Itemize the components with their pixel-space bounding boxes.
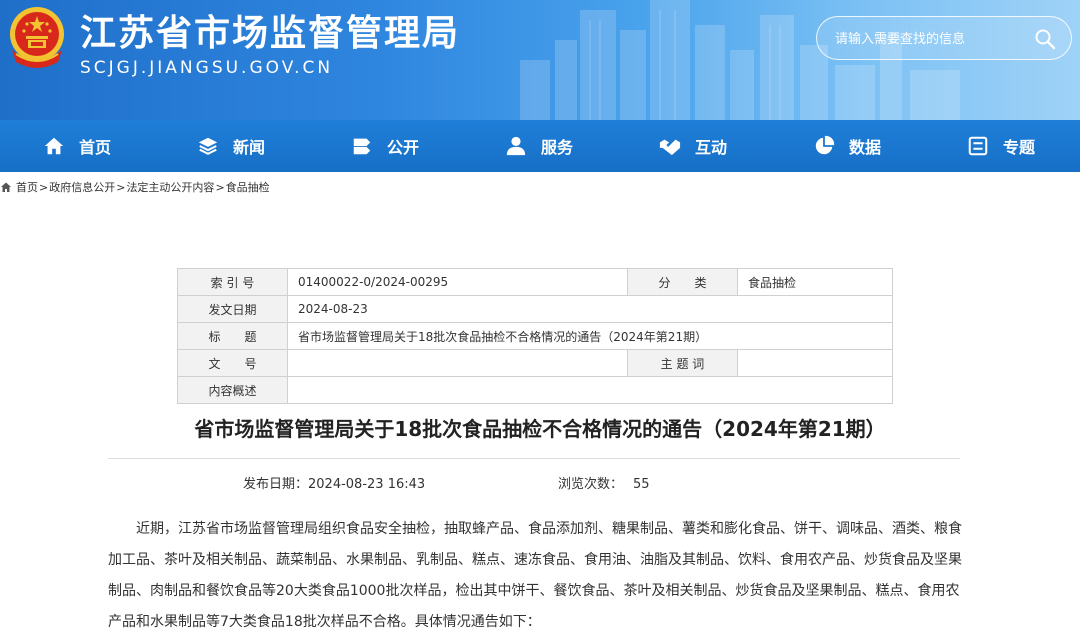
national-emblem-icon [10,7,64,68]
pie-chart-icon [815,135,835,155]
title-label: 标 题 [177,322,288,350]
nav-label: 新闻 [232,138,265,157]
publish-date-label: 发布日期： [243,477,309,492]
search-icon[interactable] [1033,27,1057,51]
publish-date: 发布日期：2024-08-23 16:43 [243,473,425,492]
breadcrumb-food-sampling[interactable]: 食品抽检 [226,179,270,195]
index-number-label: 索 引 号 [177,268,288,296]
home-icon [44,137,64,155]
summary-label: 内容概述 [177,376,288,404]
layers-icon [198,137,218,155]
nav-item-topics[interactable]: 专题 [924,120,1078,172]
nav-item-service[interactable]: 服务 [462,120,616,172]
breadcrumb-separator: > [39,180,49,194]
nav-item-disclosure[interactable]: 公开 [308,120,462,172]
topic-icon [968,136,988,156]
disclosure-icon [353,138,371,155]
nav-item-news[interactable]: 新闻 [154,120,308,172]
article-title: 省市场监督管理局关于18批次食品抽检不合格情况的通告（2024年第21期） [194,417,886,441]
main-nav: 首页 新闻 公开 服务 互动 数据 专题 [0,120,1080,172]
nav-label: 数据 [848,138,881,157]
header-banner: 江苏省市场监督管理局 SCJGJ.JIANGSU.GOV.CN [0,0,1080,120]
article-body-paragraph: 近期，江苏省市场监督管理局组织食品安全抽检，抽取蜂产品、食品添加剂、糖果制品、薯… [108,521,962,630]
subject-terms-value [737,349,893,377]
user-icon [506,136,526,156]
nav-label: 互动 [694,138,727,157]
nav-label: 专题 [1002,138,1035,157]
publish-date-value: 2024-08-23 16:43 [308,477,426,492]
view-count: 浏览次数： 55 [558,473,650,492]
nav-item-interaction[interactable]: 互动 [616,120,770,172]
table-row: 标 题 省市场监督管理局关于18批次食品抽检不合格情况的通告（2024年第21期… [177,322,893,350]
breadcrumb-separator: > [215,180,225,194]
subject-terms-label: 主 题 词 [627,349,738,377]
home-icon [1,182,11,192]
title-divider [108,458,960,459]
nav-item-home[interactable]: 首页 [0,120,154,172]
title-value: 省市场监督管理局关于18批次食品抽检不合格情况的通告（2024年第21期） [287,322,893,350]
breadcrumb: 首页 > 政府信息公开 > 法定主动公开内容 > 食品抽检 [0,180,270,194]
table-row: 发文日期 2024-08-23 [177,295,893,323]
breadcrumb-statutory[interactable]: 法定主动公开内容 [126,179,214,195]
document-number-label: 文 号 [177,349,288,377]
issue-date-label: 发文日期 [177,295,288,323]
nav-label: 服务 [540,138,573,157]
issue-date-value: 2024-08-23 [287,295,893,323]
view-count-value: 55 [633,477,650,492]
handshake-icon [659,139,681,156]
breadcrumb-separator: > [116,180,126,194]
document-metadata-table: 索 引 号 01400022-0/2024-00295 分 类 食品抽检 发文日… [177,268,893,404]
nav-label: 公开 [386,138,419,157]
nav-item-data[interactable]: 数据 [770,120,924,172]
table-row: 索 引 号 01400022-0/2024-00295 分 类 食品抽检 [177,268,893,296]
table-row: 内容概述 [177,376,893,404]
category-label: 分 类 [627,268,738,296]
breadcrumb-gov-info[interactable]: 政府信息公开 [49,179,115,195]
site-title[interactable]: 江苏省市场监督管理局 [80,4,460,56]
view-count-label: 浏览次数： [558,477,624,492]
nav-label: 首页 [78,138,111,157]
search-input[interactable] [835,27,1025,51]
site-domain: SCJGJ.JIANGSU.GOV.CN [80,58,334,78]
summary-value [287,376,893,404]
breadcrumb-home[interactable]: 首页 [16,179,38,195]
index-number-value: 01400022-0/2024-00295 [287,268,628,296]
document-number-value [287,349,628,377]
table-row: 文 号 主 题 词 [177,349,893,377]
search-box [816,16,1072,60]
category-value: 食品抽检 [737,268,893,296]
